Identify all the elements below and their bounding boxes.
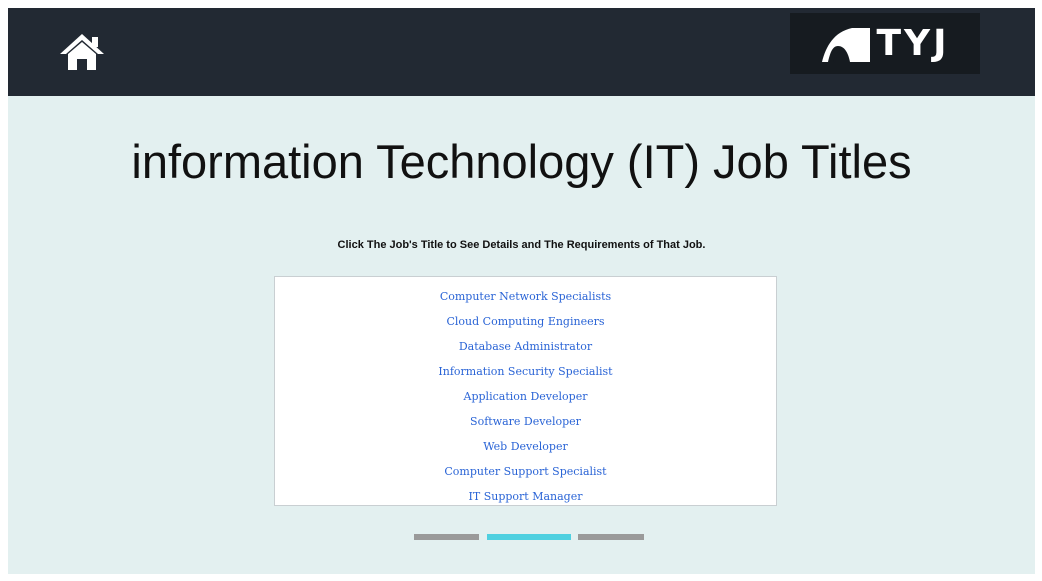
list-item: Cloud Computing Engineers [275, 313, 776, 338]
brand-logo[interactable]: TYJ [790, 13, 980, 74]
list-item: Information Security Specialist [275, 363, 776, 388]
list-item: IT Support Manager [275, 488, 776, 513]
job-title-link[interactable]: Computer Network Specialists [440, 290, 611, 303]
carousel-pager [8, 534, 1035, 542]
list-item: Computer Network Specialists [275, 288, 776, 313]
home-icon [60, 34, 104, 70]
job-title-list: Computer Network Specialists Cloud Comput… [274, 276, 777, 506]
page-title: information Technology (IT) Job Titles [131, 135, 912, 188]
top-nav-bar: TYJ [8, 8, 1035, 96]
home-button[interactable] [52, 28, 112, 76]
job-title-link[interactable]: Database Administrator [459, 340, 592, 353]
job-title-link[interactable]: Software Developer [470, 415, 581, 428]
list-item: Database Administrator [275, 338, 776, 363]
list-item: Software Developer [275, 413, 776, 438]
list-item: Web Developer [275, 438, 776, 463]
app-frame: TYJ information Technology (IT) Job Titl… [8, 8, 1035, 574]
job-title-link[interactable]: Information Security Specialist [438, 365, 612, 378]
job-title-link[interactable]: IT Support Manager [469, 490, 583, 503]
road-icon [822, 27, 871, 62]
job-title-link[interactable]: Application Developer [464, 390, 588, 403]
job-title-link[interactable]: Cloud Computing Engineers [446, 315, 604, 328]
job-title-link[interactable]: Web Developer [483, 440, 567, 453]
pager-dot-2[interactable] [487, 534, 571, 540]
pager-dot-1[interactable] [414, 534, 479, 540]
logo-text: TYJ [876, 23, 950, 64]
job-title-link[interactable]: Computer Support Specialist [444, 465, 606, 478]
pager-dot-3[interactable] [578, 534, 644, 540]
list-item: Application Developer [275, 388, 776, 413]
list-item: Computer Support Specialist [275, 463, 776, 488]
instruction-text: Click The Job's Title to See Details and… [337, 239, 706, 251]
